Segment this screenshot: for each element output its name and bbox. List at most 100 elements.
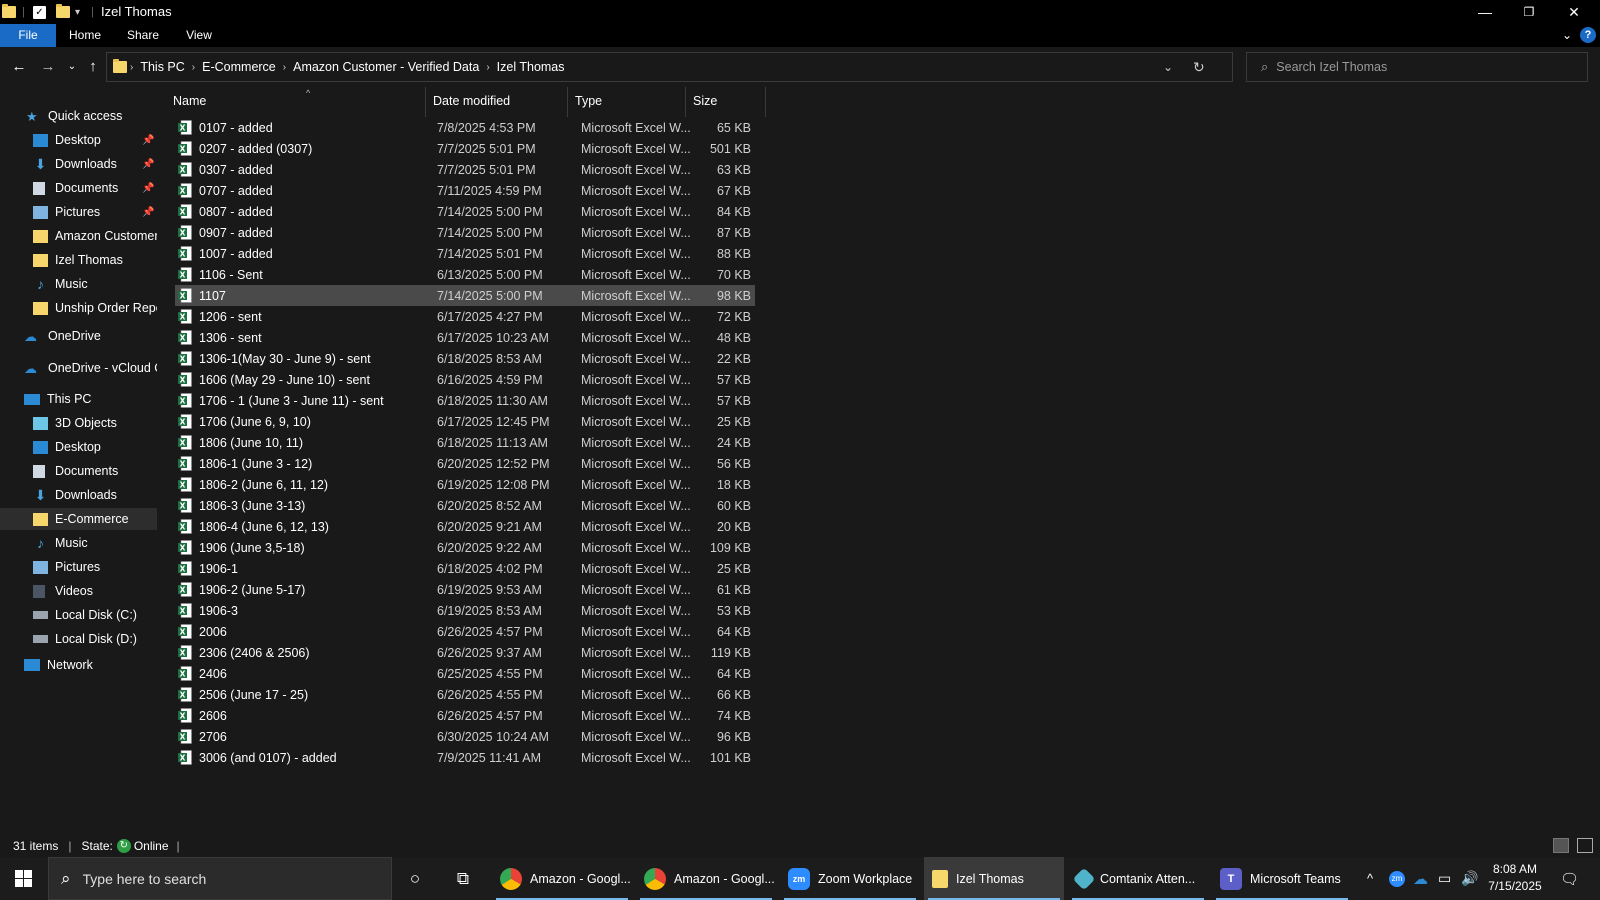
file-row[interactable]: X 1806-4 (June 6, 12, 13) 6/20/2025 9:21 A…	[175, 516, 755, 537]
clock[interactable]: 8:08 AM 7/15/2025	[1480, 861, 1550, 895]
nav-network[interactable]: Network	[0, 654, 157, 676]
file-row[interactable]: X 2706 6/30/2025 10:24 AM Microsoft Excel W…	[175, 726, 755, 747]
file-row[interactable]: X 2306 (2406 & 2506) 6/26/2025 9:37 AM Micr…	[175, 642, 755, 663]
tab-share[interactable]: Share	[118, 24, 168, 47]
nav-this-pc[interactable]: This PC	[0, 388, 157, 410]
file-row[interactable]: X 0707 - added 7/11/2025 4:59 PM Microsoft …	[175, 180, 755, 201]
chevron-right-icon[interactable]: ›	[483, 62, 492, 73]
file-row[interactable]: X 1107 7/14/2025 5:00 PM Microsoft Excel W.…	[175, 285, 755, 306]
nav-documents[interactable]: Documents 📌	[0, 177, 157, 199]
taskbar-search[interactable]: ⌕	[48, 857, 392, 900]
taskbar-app-teams[interactable]: T Microsoft Teams	[1212, 857, 1352, 900]
taskbar-app-chrome-2[interactable]: Amazon - Googl...	[636, 857, 776, 900]
file-row[interactable]: X 0307 - added 7/7/2025 5:01 PM Microsoft E…	[175, 159, 755, 180]
nav-pc-downloads[interactable]: ⬇ Downloads	[0, 484, 157, 506]
nav-pc-pictures[interactable]: Pictures	[0, 556, 157, 578]
nav-onedrive[interactable]: ☁ OneDrive	[0, 325, 157, 347]
task-view-icon[interactable]: ⧉	[443, 857, 483, 900]
nav-desktop[interactable]: Desktop 📌	[0, 129, 157, 151]
file-row[interactable]: X 2006 6/26/2025 4:57 PM Microsoft Excel W.…	[175, 621, 755, 642]
tab-home[interactable]: Home	[60, 24, 110, 47]
chevron-right-icon[interactable]: ›	[280, 62, 289, 73]
nav-3d-objects[interactable]: 3D Objects	[0, 412, 157, 434]
file-row[interactable]: X 1306-1(May 30 - June 9) - sent 6/18/2025…	[175, 348, 755, 369]
file-row[interactable]: X 1906-1 6/18/2025 4:02 PM Microsoft Excel …	[175, 558, 755, 579]
file-row[interactable]: X 1606 (May 29 - June 10) - sent 6/16/2025…	[175, 369, 755, 390]
taskbar-app-chrome-1[interactable]: Amazon - Googl...	[492, 857, 632, 900]
show-hidden-icons-icon[interactable]: ^	[1367, 857, 1373, 900]
nav-local-disk-c[interactable]: Local Disk (C:)	[0, 604, 157, 626]
address-bar[interactable]: › This PC › E-Commerce › Amazon Customer…	[106, 52, 1233, 82]
search-box[interactable]: ⌕	[1246, 52, 1588, 82]
file-row[interactable]: X 1806-1 (June 3 - 12) 6/20/2025 12:52 PM M…	[175, 453, 755, 474]
column-header-date[interactable]: Date modified	[426, 87, 568, 117]
file-row[interactable]: X 2606 6/26/2025 4:57 PM Microsoft Excel W.…	[175, 705, 755, 726]
up-button[interactable]: ↑	[83, 57, 103, 77]
nav-izel-thomas[interactable]: Izel Thomas	[0, 249, 157, 271]
breadcrumb-this-pc[interactable]: This PC	[136, 60, 188, 74]
nav-pictures[interactable]: Pictures 📌	[0, 201, 157, 223]
nav-downloads[interactable]: ⬇ Downloads 📌	[0, 153, 157, 175]
file-row[interactable]: X 1306 - sent 6/17/2025 10:23 AM Microsoft …	[175, 327, 755, 348]
nav-pc-music[interactable]: ♪ Music	[0, 532, 157, 554]
file-row[interactable]: X 1906-3 6/19/2025 8:53 AM Microsoft Excel …	[175, 600, 755, 621]
back-button[interactable]: ←	[9, 57, 29, 77]
column-header-size[interactable]: Size	[686, 87, 766, 117]
nav-music[interactable]: ♪ Music	[0, 273, 157, 295]
details-view-icon[interactable]	[1553, 838, 1569, 853]
close-button[interactable]: ✕	[1552, 0, 1596, 24]
file-row[interactable]: X 1706 - 1 (June 3 - June 11) - sent 6/18/…	[175, 390, 755, 411]
network-tray-icon[interactable]: ▭	[1438, 857, 1451, 900]
help-icon[interactable]: ?	[1580, 27, 1596, 43]
file-row[interactable]: X 1206 - sent 6/17/2025 4:27 PM Microsoft E…	[175, 306, 755, 327]
large-icons-view-icon[interactable]	[1577, 838, 1593, 853]
zoom-tray-icon[interactable]: zm	[1389, 857, 1405, 900]
nav-e-commerce[interactable]: E-Commerce	[0, 508, 157, 530]
breadcrumb-izel-thomas[interactable]: Izel Thomas	[493, 60, 569, 74]
customize-toolbar-icon[interactable]: ▾	[75, 4, 80, 20]
file-row[interactable]: X 1806 (June 10, 11) 6/18/2025 11:13 AM Mic…	[175, 432, 755, 453]
file-row[interactable]: X 2406 6/25/2025 4:55 PM Microsoft Excel W.…	[175, 663, 755, 684]
file-row[interactable]: X 2506 (June 17 - 25) 6/26/2025 4:55 PM Mic…	[175, 684, 755, 705]
start-button[interactable]	[0, 857, 47, 900]
file-row[interactable]: X 0107 - added 7/8/2025 4:53 PM Microsoft E…	[175, 117, 755, 138]
expand-ribbon-icon[interactable]: ⌄	[1557, 24, 1577, 47]
nav-quick-access[interactable]: ★ Quick access	[0, 105, 157, 127]
address-dropdown-icon[interactable]: ⌄	[1163, 60, 1173, 74]
cortana-icon[interactable]: ○	[395, 857, 435, 900]
nav-pc-documents[interactable]: Documents	[0, 460, 157, 482]
taskbar-app-zoom[interactable]: zm Zoom Workplace	[780, 857, 920, 900]
column-header-name[interactable]: Name ^	[166, 87, 426, 117]
restore-button[interactable]: ❐	[1507, 0, 1551, 24]
nav-videos[interactable]: Videos	[0, 580, 157, 602]
file-row[interactable]: X 3006 (and 0107) - added 7/9/2025 11:41 A…	[175, 747, 755, 768]
taskbar-search-input[interactable]	[82, 870, 373, 887]
nav-unship-order[interactable]: Unship Order Repor	[0, 297, 157, 319]
new-folder-icon[interactable]	[56, 4, 70, 20]
file-row[interactable]: X 1806-2 (June 6, 11, 12) 6/19/2025 12:08 …	[175, 474, 755, 495]
recent-locations-button[interactable]: ⌄	[62, 57, 82, 77]
nav-onedrive-vcloud[interactable]: ☁ OneDrive - vCloud Cl	[0, 357, 157, 379]
nav-pc-desktop[interactable]: Desktop	[0, 436, 157, 458]
minimize-button[interactable]: —	[1463, 0, 1507, 24]
nav-amazon-customer[interactable]: Amazon Customer	[0, 225, 157, 247]
volume-icon[interactable]: 🔊	[1461, 857, 1478, 900]
file-row[interactable]: X 0807 - added 7/14/2025 5:00 PM Microsoft …	[175, 201, 755, 222]
search-input[interactable]	[1276, 60, 1567, 74]
taskbar-app-comtanix[interactable]: Comtanix Atten...	[1068, 857, 1208, 900]
file-row[interactable]: X 1806-3 (June 3-13) 6/20/2025 8:52 AM Micr…	[175, 495, 755, 516]
file-row[interactable]: X 1906-2 (June 5-17) 6/19/2025 9:53 AM Micr…	[175, 579, 755, 600]
file-row[interactable]: X 0907 - added 7/14/2025 5:00 PM Microsoft …	[175, 222, 755, 243]
taskbar-app-file-explorer[interactable]: Izel Thomas	[924, 857, 1064, 900]
column-header-type[interactable]: Type	[568, 87, 686, 117]
file-row[interactable]: X 1106 - Sent 6/13/2025 5:00 PM Microsoft E…	[175, 264, 755, 285]
onedrive-tray-icon[interactable]: ☁	[1413, 857, 1428, 900]
forward-button[interactable]: →	[38, 57, 58, 77]
file-row[interactable]: X 1906 (June 3,5-18) 6/20/2025 9:22 AM Micr…	[175, 537, 755, 558]
tab-view[interactable]: View	[174, 24, 224, 47]
refresh-icon[interactable]: ↻	[1193, 59, 1205, 76]
chevron-right-icon[interactable]: ›	[189, 62, 198, 73]
file-row[interactable]: X 1706 (June 6, 9, 10) 6/17/2025 12:45 PM M…	[175, 411, 755, 432]
nav-local-disk-d[interactable]: Local Disk (D:)	[0, 628, 157, 650]
properties-icon[interactable]: ✓	[33, 4, 46, 20]
